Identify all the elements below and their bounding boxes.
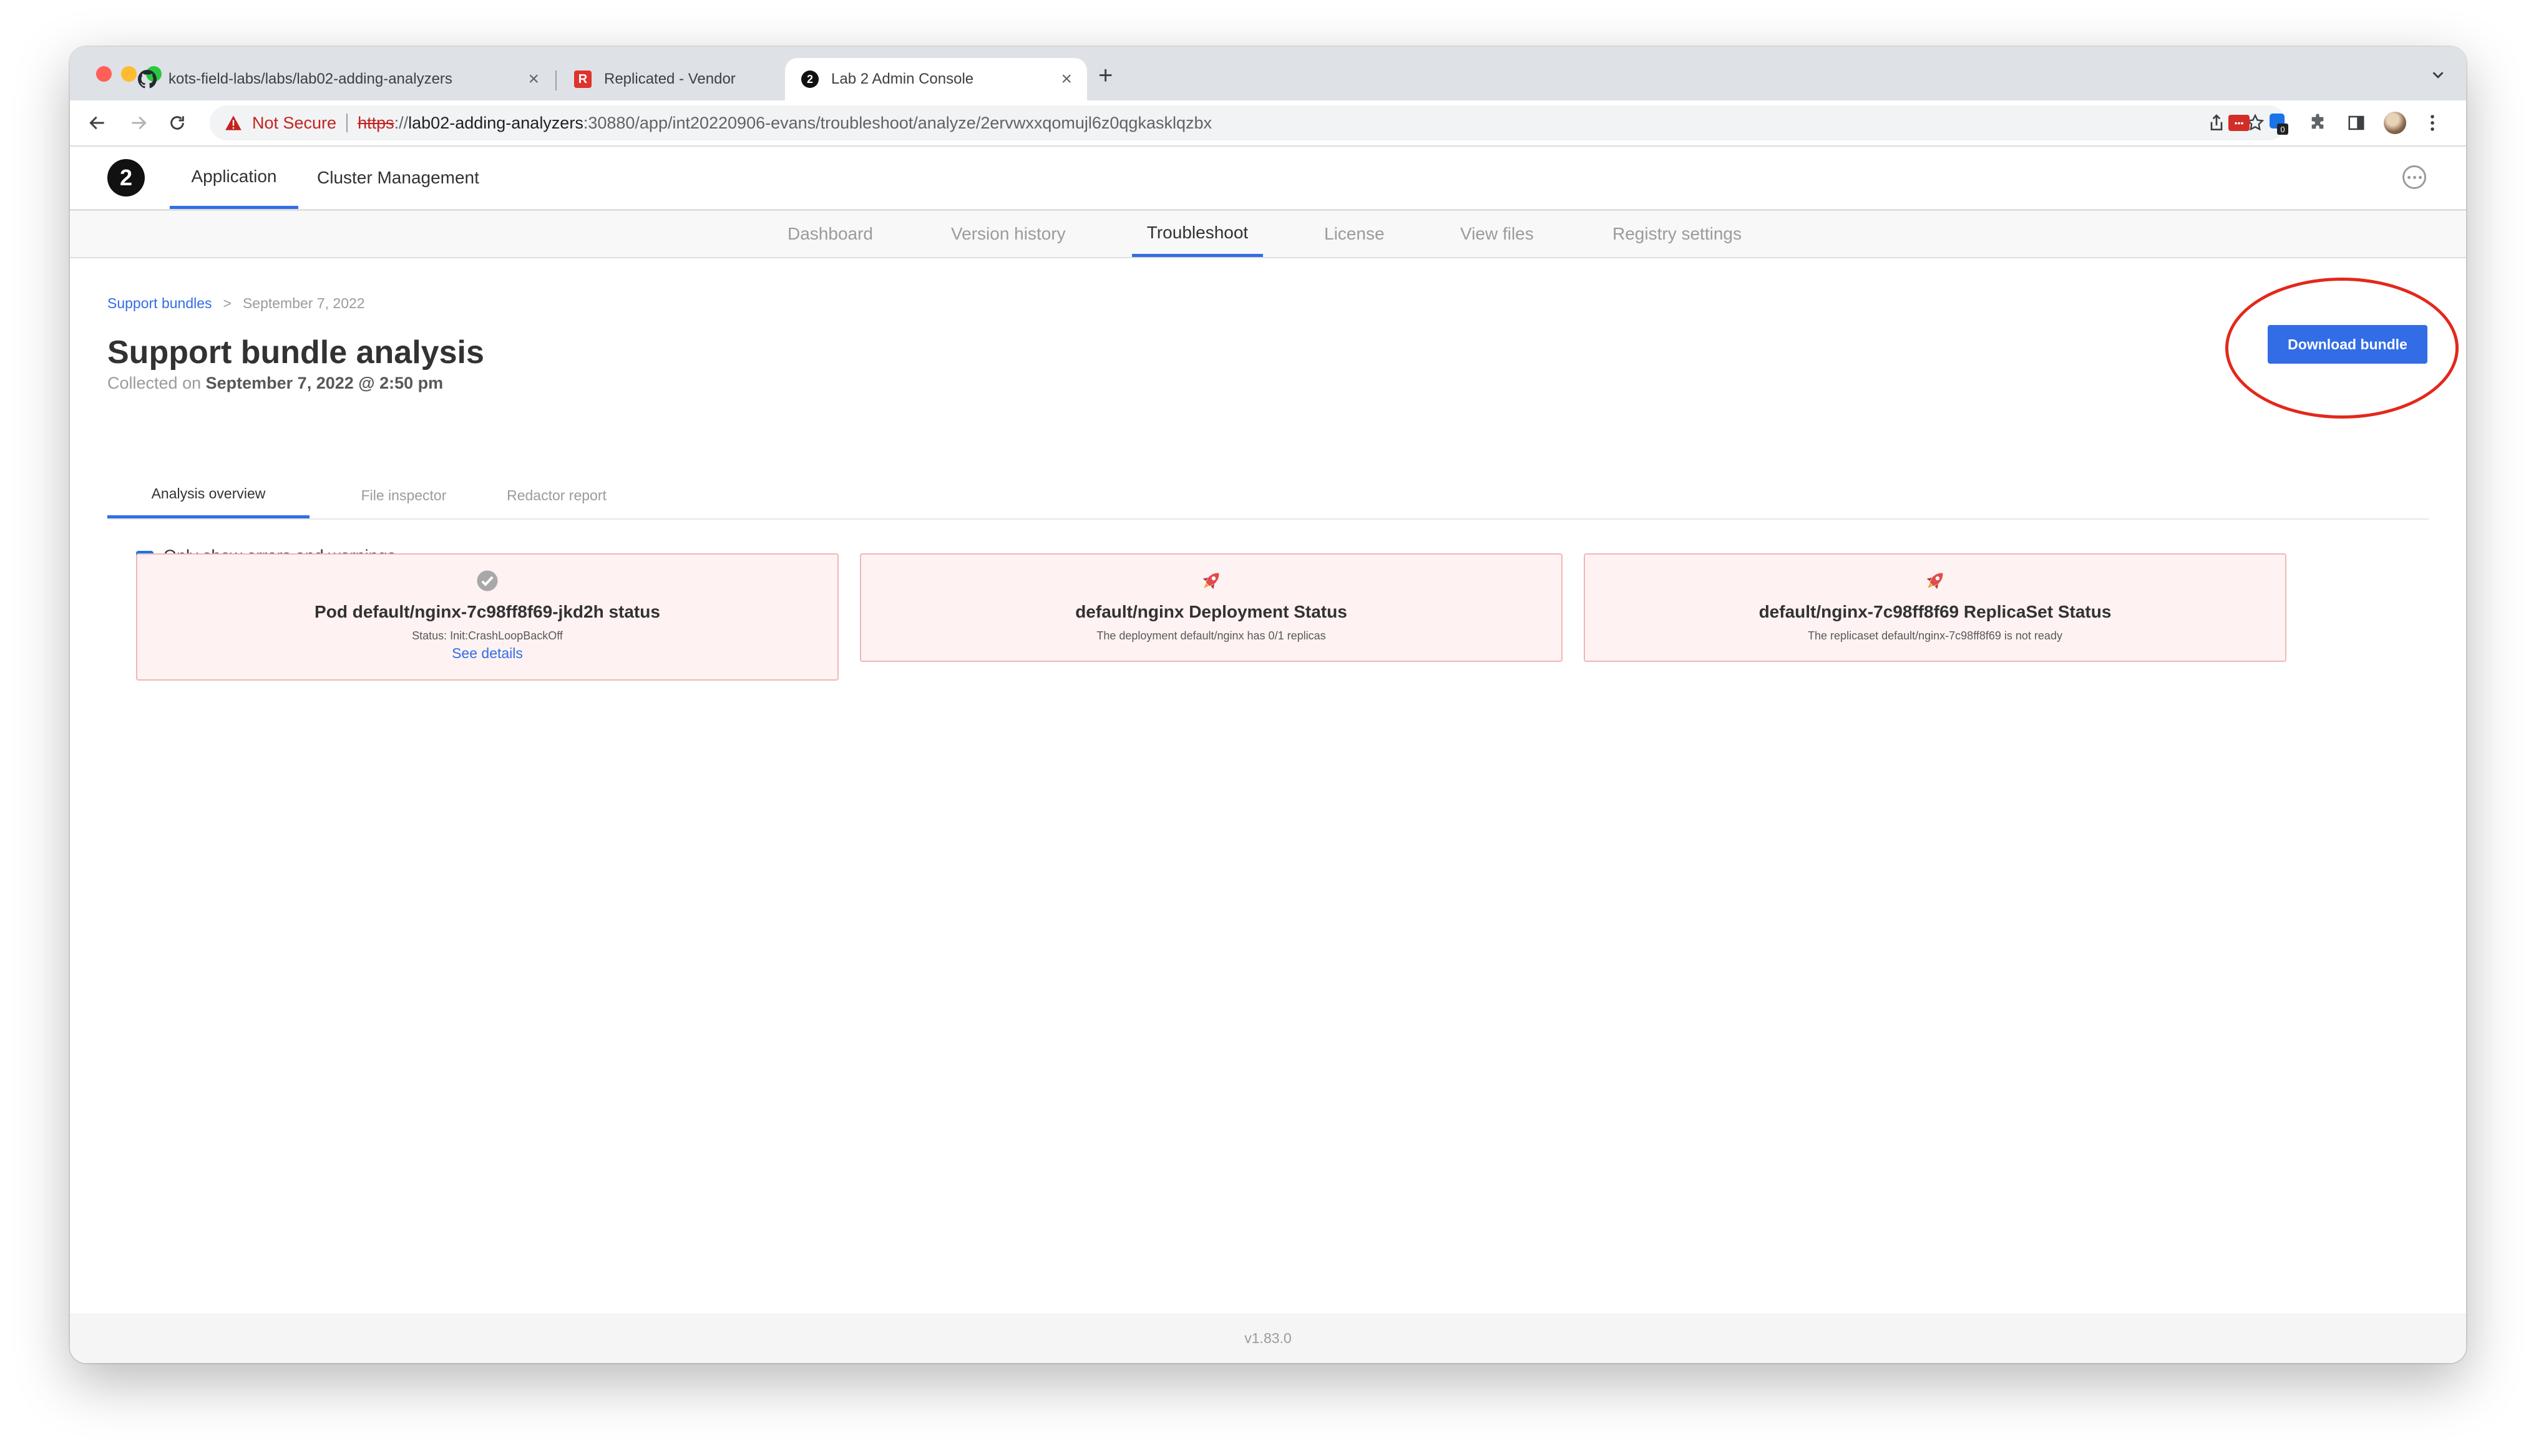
- breadcrumb: Support bundles > September 7, 2022: [107, 295, 365, 312]
- more-options-icon[interactable]: [2402, 165, 2426, 189]
- tab-label: kots-field-labs/labs/lab02-adding-analyz…: [168, 70, 452, 87]
- app-logo[interactable]: 2: [107, 159, 145, 197]
- browser-menu-icon[interactable]: [2421, 112, 2444, 134]
- version-label: v1.83.0: [1244, 1329, 1292, 1346]
- collected-on: Collected on September 7, 2022 @ 2:50 pm: [107, 374, 443, 393]
- tab-lab2-admin-console[interactable]: 2 Lab 2 Admin Console ×: [785, 58, 1087, 100]
- app-subnav: Dashboard Version history Troubleshoot L…: [70, 211, 2466, 258]
- side-panel-icon[interactable]: [2345, 112, 2368, 134]
- profile-avatar[interactable]: [2384, 112, 2406, 134]
- tab-label: Lab 2 Admin Console: [831, 70, 974, 87]
- tab-github[interactable]: kots-field-labs/labs/lab02-adding-analyz…: [122, 58, 554, 100]
- breadcrumb-current: September 7, 2022: [242, 295, 365, 311]
- browser-toolbar: Not Secure https://lab02-adding-analyzer…: [70, 100, 2466, 147]
- nav-cluster-management[interactable]: Cluster Management: [317, 147, 479, 209]
- card-message: Status: Init:CrashLoopBackOff: [412, 629, 563, 642]
- app-header: 2 Application Cluster Management: [70, 147, 2466, 211]
- check-circle-icon: [137, 568, 837, 593]
- extension-badge-count: 0: [2277, 124, 2288, 135]
- share-icon[interactable]: [2207, 113, 2226, 133]
- browser-window: kots-field-labs/labs/lab02-adding-analyz…: [70, 47, 2466, 1363]
- url-text[interactable]: https://lab02-adding-analyzers:30880/app…: [358, 114, 1212, 133]
- breadcrumb-separator: >: [223, 295, 232, 311]
- analysis-tabs: Analysis overview File inspector Redacto…: [107, 472, 2429, 520]
- tab-license[interactable]: License: [1324, 211, 1385, 257]
- forward-arrow-icon[interactable]: [127, 112, 150, 134]
- tab-dashboard[interactable]: Dashboard: [788, 211, 873, 257]
- annotation-ellipse: [2225, 278, 2459, 419]
- new-tab-button[interactable]: +: [1098, 63, 1113, 88]
- url-scheme: https: [358, 113, 394, 132]
- tab-version-history[interactable]: Version history: [951, 211, 1066, 257]
- analysis-card-pod-status: Pod default/nginx-7c98ff8f69-jkd2h statu…: [136, 553, 839, 681]
- card-message: The deployment default/nginx has 0/1 rep…: [1096, 629, 1326, 642]
- tab-strip: kots-field-labs/labs/lab02-adding-analyz…: [70, 47, 2466, 100]
- card-message: The replicaset default/nginx-7c98ff8f69 …: [1808, 629, 2062, 642]
- footer: v1.83.0: [70, 1313, 2466, 1363]
- tab-analysis-overview[interactable]: Analysis overview: [107, 472, 310, 518]
- collected-prefix: Collected on: [107, 374, 202, 392]
- breadcrumb-support-bundles-link[interactable]: Support bundles: [107, 295, 212, 312]
- reload-icon[interactable]: [166, 112, 188, 134]
- warning-icon: [225, 114, 243, 132]
- analysis-card-deployment-status: default/nginx Deployment Status The depl…: [860, 553, 1563, 662]
- rocket-icon: [1585, 568, 2285, 593]
- address-divider: [346, 114, 348, 132]
- address-bar[interactable]: Not Secure https://lab02-adding-analyzer…: [210, 105, 2286, 140]
- puzzle-extensions-icon[interactable]: [2306, 112, 2329, 134]
- app-logo-icon: 2: [800, 69, 820, 89]
- tab-file-inspector[interactable]: File inspector: [332, 472, 476, 518]
- tab-view-files[interactable]: View files: [1460, 211, 1534, 257]
- close-icon[interactable]: ×: [1061, 70, 1072, 89]
- url-host: lab02-adding-analyzers: [408, 113, 583, 132]
- nav-application[interactable]: Application: [170, 147, 298, 209]
- tab-registry-settings[interactable]: Registry settings: [1612, 211, 1742, 257]
- replicated-icon: R: [573, 69, 593, 89]
- chevron-down-icon[interactable]: [2429, 66, 2447, 87]
- close-window-button[interactable]: [96, 66, 112, 82]
- github-icon: [137, 69, 157, 89]
- tab-troubleshoot[interactable]: Troubleshoot: [1132, 211, 1263, 257]
- tab-redactor-report[interactable]: Redactor report: [476, 472, 638, 518]
- tab-divider: [555, 70, 557, 90]
- analysis-card-replicaset-status: default/nginx-7c98ff8f69 ReplicaSet Stat…: [1584, 553, 2286, 662]
- extension-badge-icon[interactable]: 0: [2268, 112, 2290, 135]
- collected-date: September 7, 2022 @ 2:50 pm: [205, 374, 444, 392]
- see-details-link[interactable]: See details: [137, 645, 837, 662]
- security-status[interactable]: Not Secure: [252, 114, 336, 133]
- card-title: default/nginx-7c98ff8f69 ReplicaSet Stat…: [1758, 602, 2112, 621]
- card-title: Pod default/nginx-7c98ff8f69-jkd2h statu…: [315, 602, 660, 621]
- lastpass-extension-icon[interactable]: •••: [2228, 112, 2250, 134]
- card-title: default/nginx Deployment Status: [1075, 602, 1347, 621]
- close-icon[interactable]: ×: [528, 70, 539, 89]
- back-arrow-icon[interactable]: [86, 112, 109, 134]
- url-path: :30880/app/int20220906-evans/troubleshoo…: [583, 113, 1212, 132]
- rocket-icon: [861, 568, 1561, 593]
- page-title: Support bundle analysis: [107, 334, 484, 371]
